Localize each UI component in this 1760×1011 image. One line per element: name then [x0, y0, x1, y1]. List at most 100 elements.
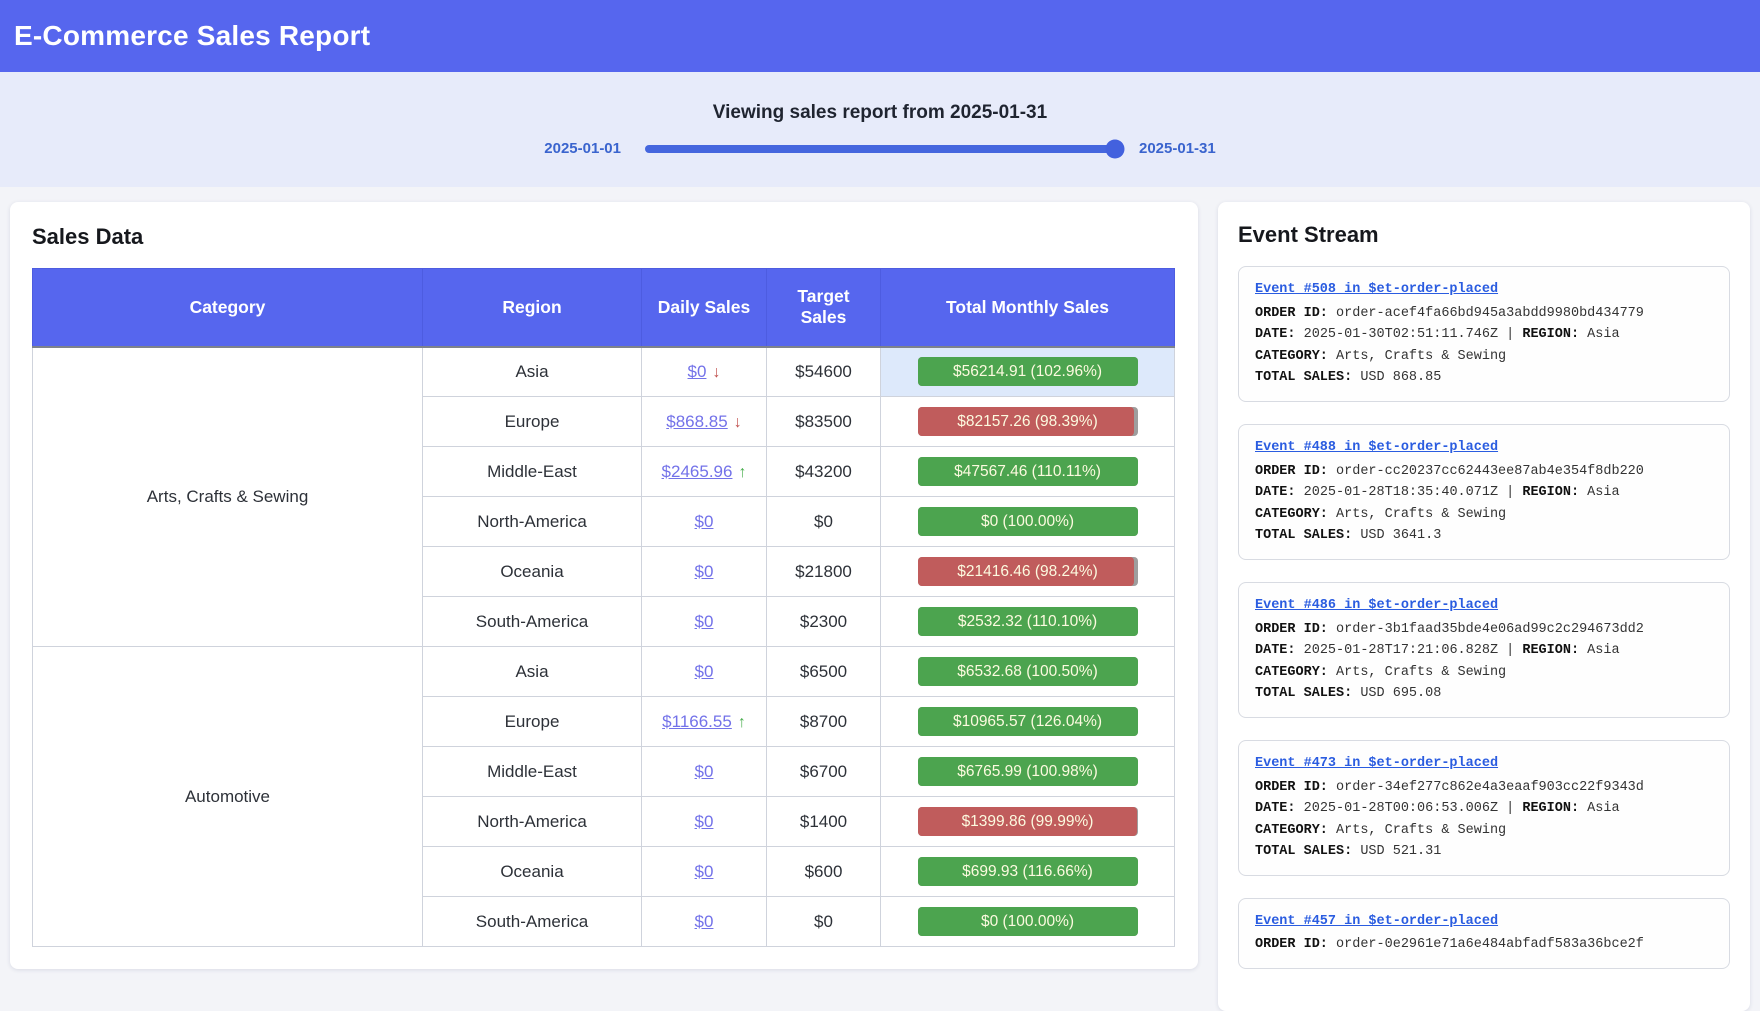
monthly-total-badge: $2532.32 (110.10%)	[918, 607, 1138, 636]
daily-sales-link[interactable]: $868.85	[666, 412, 727, 431]
monthly-total-badge: $0 (100.00%)	[918, 507, 1138, 536]
target-sales-cell: $43200	[767, 447, 881, 497]
target-sales-cell: $0	[767, 897, 881, 947]
daily-sales-link[interactable]: $0	[688, 362, 707, 381]
event-card: Event #473 in $et-order-placedORDER ID: …	[1238, 740, 1730, 876]
arrow-down-icon: ↓	[712, 364, 720, 381]
event-field-label: CATEGORY:	[1255, 665, 1328, 680]
column-header: Target Sales	[767, 269, 881, 347]
arrow-up-icon: ↑	[738, 714, 746, 731]
event-line: DATE: 2025-01-28T00:06:53.006Z | REGION:…	[1255, 798, 1713, 820]
daily-sales-link[interactable]: $2465.96	[662, 462, 733, 481]
badge-label: $21416.46 (98.24%)	[918, 557, 1138, 586]
daily-sales-cell: $1166.55 ↑	[642, 697, 767, 747]
column-header: Total Monthly Sales	[881, 269, 1175, 347]
table-row: Arts, Crafts & SewingAsia$0↓$54600$56214…	[33, 347, 1175, 397]
daily-sales-link[interactable]: $0	[695, 762, 714, 781]
badge-label: $6532.68 (100.50%)	[918, 657, 1138, 686]
event-field-label: DATE:	[1255, 801, 1296, 816]
daily-sales-link[interactable]: $0	[695, 562, 714, 581]
daily-sales-link[interactable]: $0	[695, 912, 714, 931]
badge-label: $0 (100.00%)	[918, 507, 1138, 536]
target-sales-cell: $6700	[767, 747, 881, 797]
event-field-label: REGION:	[1522, 801, 1579, 816]
event-line: DATE: 2025-01-28T17:21:06.828Z | REGION:…	[1255, 640, 1713, 662]
event-line: TOTAL SALES: USD 521.31	[1255, 841, 1713, 863]
event-card: Event #508 in $et-order-placedORDER ID: …	[1238, 266, 1730, 402]
daily-sales-cell: $0	[642, 897, 767, 947]
page-title: E-Commerce Sales Report	[14, 20, 370, 52]
monthly-total-cell: $82157.26 (98.39%)	[881, 397, 1175, 447]
daily-sales-cell: $0	[642, 497, 767, 547]
slider-row: 2025-01-01 2025-01-31	[544, 140, 1215, 157]
slider-max-label: 2025-01-31	[1139, 140, 1216, 157]
event-link[interactable]: Event #508 in $et-order-placed	[1255, 279, 1498, 301]
event-field-label: ORDER ID:	[1255, 622, 1328, 637]
event-field-label: TOTAL SALES:	[1255, 370, 1352, 385]
monthly-total-badge: $0 (100.00%)	[918, 907, 1138, 936]
monthly-total-cell: $0 (100.00%)	[881, 897, 1175, 947]
event-line: CATEGORY: Arts, Crafts & Sewing	[1255, 346, 1713, 368]
region-cell: Oceania	[423, 847, 642, 897]
daily-sales-cell: $0	[642, 597, 767, 647]
event-line: TOTAL SALES: USD 868.85	[1255, 367, 1713, 389]
event-field-label: REGION:	[1522, 327, 1579, 342]
arrow-up-icon: ↑	[738, 464, 746, 481]
monthly-total-badge: $82157.26 (98.39%)	[918, 407, 1138, 436]
region-cell: South-America	[423, 897, 642, 947]
event-stream-panel: Event Stream Event #508 in $et-order-pla…	[1218, 202, 1750, 1011]
arrow-down-icon: ↓	[734, 414, 742, 431]
event-line: ORDER ID: order-0e2961e71a6e484abfadf583…	[1255, 934, 1713, 956]
monthly-total-cell: $10965.57 (126.04%)	[881, 697, 1175, 747]
event-field-label: CATEGORY:	[1255, 823, 1328, 838]
target-sales-cell: $600	[767, 847, 881, 897]
event-field-label: DATE:	[1255, 327, 1296, 342]
monthly-total-badge: $6765.99 (100.98%)	[918, 757, 1138, 786]
region-cell: Asia	[423, 647, 642, 697]
column-header: Daily Sales	[642, 269, 767, 347]
monthly-total-cell: $47567.46 (110.11%)	[881, 447, 1175, 497]
target-sales-cell: $1400	[767, 797, 881, 847]
target-sales-cell: $0	[767, 497, 881, 547]
daily-sales-link[interactable]: $0	[695, 512, 714, 531]
monthly-total-cell: $699.93 (116.66%)	[881, 847, 1175, 897]
monthly-total-cell: $6532.68 (100.50%)	[881, 647, 1175, 697]
region-cell: Middle-East	[423, 447, 642, 497]
slider-heading: Viewing sales report from 2025-01-31	[713, 102, 1047, 124]
sales-panel-title: Sales Data	[32, 224, 1176, 250]
monthly-total-cell: $1399.86 (99.99%)	[881, 797, 1175, 847]
monthly-total-badge: $47567.46 (110.11%)	[918, 457, 1138, 486]
region-cell: North-America	[423, 797, 642, 847]
target-sales-cell: $8700	[767, 697, 881, 747]
daily-sales-link[interactable]: $0	[695, 812, 714, 831]
daily-sales-cell: $0	[642, 797, 767, 847]
monthly-total-badge: $699.93 (116.66%)	[918, 857, 1138, 886]
daily-sales-link[interactable]: $0	[695, 862, 714, 881]
event-field-label: TOTAL SALES:	[1255, 844, 1352, 859]
daily-sales-cell: $2465.96 ↑	[642, 447, 767, 497]
region-cell: Asia	[423, 347, 642, 397]
badge-label: $1399.86 (99.99%)	[918, 807, 1138, 836]
app-header: E-Commerce Sales Report	[0, 0, 1760, 72]
event-link[interactable]: Event #457 in $et-order-placed	[1255, 911, 1498, 933]
event-list: Event #508 in $et-order-placed ORDER ID: …	[1238, 266, 1730, 969]
daily-sales-link[interactable]: $0	[695, 612, 714, 631]
monthly-total-cell: $21416.46 (98.24%)	[881, 547, 1175, 597]
target-sales-cell: $21800	[767, 547, 881, 597]
event-link[interactable]: Event #488 in $et-order-placed	[1255, 437, 1498, 459]
monthly-total-cell: $2532.32 (110.10%)	[881, 597, 1175, 647]
target-sales-cell: $2300	[767, 597, 881, 647]
slider-thumb[interactable]	[1106, 139, 1125, 158]
event-link[interactable]: Event #473 in $et-order-placed	[1255, 753, 1498, 775]
region-cell: South-America	[423, 597, 642, 647]
daily-sales-link[interactable]: $0	[695, 662, 714, 681]
monthly-total-cell: $56214.91 (102.96%)	[881, 347, 1175, 397]
badge-label: $0 (100.00%)	[918, 907, 1138, 936]
daily-sales-cell: $0	[642, 547, 767, 597]
date-slider[interactable]	[645, 145, 1115, 153]
daily-sales-link[interactable]: $1166.55	[662, 712, 732, 731]
region-cell: Europe	[423, 397, 642, 447]
event-field-label: DATE:	[1255, 485, 1296, 500]
event-field-label: TOTAL SALES:	[1255, 686, 1352, 701]
event-link[interactable]: Event #486 in $et-order-placed	[1255, 595, 1498, 617]
